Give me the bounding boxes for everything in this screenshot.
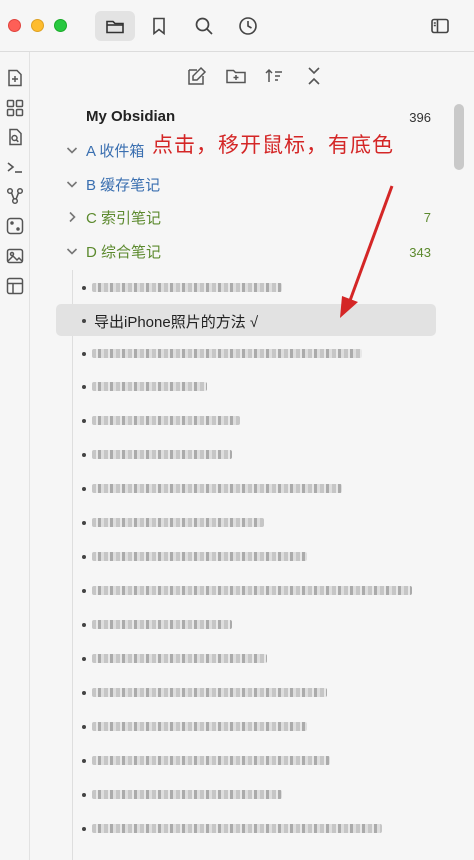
graph-icon[interactable] xyxy=(5,186,25,206)
note-blurred[interactable] xyxy=(92,450,232,459)
vault-note-count: 396 xyxy=(409,110,431,125)
folder-d-label: D 综合笔记 xyxy=(86,243,162,261)
note-bullet xyxy=(82,319,86,323)
note-bullet xyxy=(82,555,86,559)
note-blurred[interactable] xyxy=(92,382,207,391)
note-bullet xyxy=(82,657,86,661)
note-blurred[interactable] xyxy=(92,484,342,493)
bookmark-icon[interactable] xyxy=(139,11,179,41)
note-blurred[interactable] xyxy=(92,790,282,799)
file-explorer: My Obsidian 396 A 收件箱 B 缓存笔记 C 索引笔记 7 D … xyxy=(30,52,474,860)
new-note-icon[interactable] xyxy=(5,68,25,88)
note-blurred[interactable] xyxy=(92,283,282,292)
dice-icon[interactable] xyxy=(5,216,25,236)
minimize-window-button[interactable] xyxy=(31,19,44,32)
note-bullet xyxy=(82,487,86,491)
note-blurred[interactable] xyxy=(92,688,327,697)
chevron-down-icon xyxy=(64,243,80,259)
note-blurred[interactable] xyxy=(92,824,382,833)
vault-name[interactable]: My Obsidian xyxy=(86,108,175,125)
tree-guide-line xyxy=(72,270,73,860)
note-bullet xyxy=(82,385,86,389)
chevron-down-icon xyxy=(64,176,80,192)
folder-c[interactable]: C 索引笔记 xyxy=(64,203,161,231)
note-bullet xyxy=(82,352,86,356)
note-bullet xyxy=(82,419,86,423)
note-bullet xyxy=(82,725,86,729)
new-folder-icon[interactable] xyxy=(225,65,247,87)
note-bullet xyxy=(82,827,86,831)
note-bullet xyxy=(82,286,86,290)
folder-c-count: 7 xyxy=(423,210,431,225)
grid-icon[interactable] xyxy=(5,98,25,118)
note-bullet xyxy=(82,453,86,457)
note-bullet xyxy=(82,589,86,593)
file-search-icon[interactable] xyxy=(5,127,25,147)
folder-a[interactable]: A 收件箱 xyxy=(64,136,144,164)
title-bar xyxy=(0,0,474,52)
note-blurred[interactable] xyxy=(92,722,307,731)
note-bullet xyxy=(82,793,86,797)
sidebar-toggle-icon[interactable] xyxy=(420,11,460,41)
folder-b-label: B 缓存笔记 xyxy=(86,176,161,194)
annotation-text: 点击，移开鼠标，有底色 xyxy=(152,134,394,157)
folder-a-label: A 收件箱 xyxy=(86,142,145,160)
note-blurred[interactable] xyxy=(92,518,264,527)
layout-icon[interactable] xyxy=(5,276,25,296)
note-bullet xyxy=(82,623,86,627)
close-window-button[interactable] xyxy=(8,19,21,32)
note-blurred[interactable] xyxy=(92,349,362,358)
terminal-icon[interactable] xyxy=(5,157,25,177)
note-blurred[interactable] xyxy=(92,552,307,561)
folder-d[interactable]: D 综合笔记 xyxy=(64,237,161,265)
chevron-down-icon xyxy=(64,142,80,158)
note-blurred[interactable] xyxy=(92,620,232,629)
note-bullet xyxy=(82,691,86,695)
note-blurred[interactable] xyxy=(92,416,240,425)
annotation-arrow xyxy=(340,185,394,318)
clock-icon[interactable] xyxy=(228,11,268,41)
image-icon[interactable] xyxy=(5,246,25,266)
folder-icon[interactable] xyxy=(95,11,135,41)
new-note-icon[interactable] xyxy=(186,65,208,87)
search-icon[interactable] xyxy=(184,11,224,41)
collapse-icon[interactable] xyxy=(303,65,325,87)
note-bullet xyxy=(82,759,86,763)
note-blurred[interactable] xyxy=(92,654,267,663)
zoom-window-button[interactable] xyxy=(54,19,67,32)
sort-icon[interactable] xyxy=(263,65,285,87)
note-blurred[interactable] xyxy=(92,586,412,595)
note-bullet xyxy=(82,521,86,525)
folder-b[interactable]: B 缓存笔记 xyxy=(64,170,160,198)
note-blurred[interactable] xyxy=(92,756,330,765)
folder-c-label: C 索引笔记 xyxy=(86,209,162,227)
scrollbar[interactable] xyxy=(454,104,464,170)
chevron-right-icon xyxy=(64,209,80,225)
ribbon xyxy=(0,52,30,860)
note-title-highlighted: 导出iPhone照片的方法 √ xyxy=(94,314,259,331)
